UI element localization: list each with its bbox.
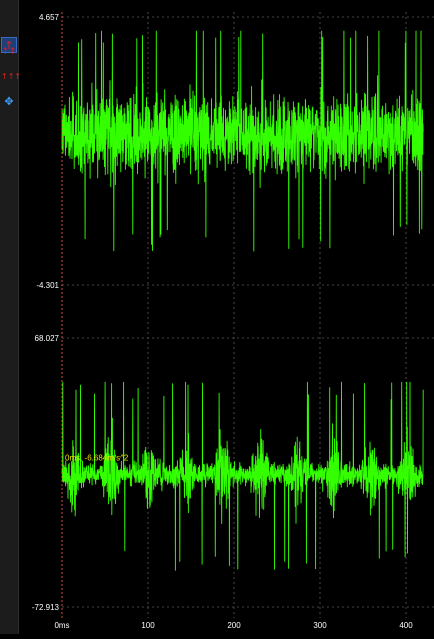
double-cursor-icon[interactable]: ↑↑ — [1, 44, 17, 60]
x-tick-label: 400 — [399, 621, 413, 630]
signal-trace-2 — [61, 381, 424, 571]
signal-trace-1 — [61, 30, 424, 252]
y-axis-min-label: -4.301 — [36, 281, 59, 290]
x-tick-label: 100 — [141, 621, 155, 630]
grid-lines — [62, 12, 434, 618]
triple-cursor-icon[interactable]: ↑↑↑ — [1, 69, 21, 85]
x-tick-label: 200 — [227, 621, 241, 630]
cursor-readout-label: 0ms, -6.684m/s^2 — [65, 454, 129, 463]
cursor-toolbar: ↑ ↑↑ ↑↑↑ ✥ — [0, 0, 21, 634]
y-axis-max-label: 4.657 — [39, 13, 60, 22]
signal-traces — [61, 30, 424, 571]
pan-move-icon[interactable]: ✥ — [1, 94, 17, 110]
x-tick-label: 0ms — [54, 621, 69, 630]
y-axis-min-label: -72.913 — [32, 603, 60, 612]
x-tick-label: 300 — [313, 621, 327, 630]
y-axis-max-label: 68.027 — [35, 334, 60, 343]
waveform-plot-area[interactable]: 4.657 -4.301 68.027 -72.913 0ms, -6.684m/s^2… — [18, 0, 434, 634]
